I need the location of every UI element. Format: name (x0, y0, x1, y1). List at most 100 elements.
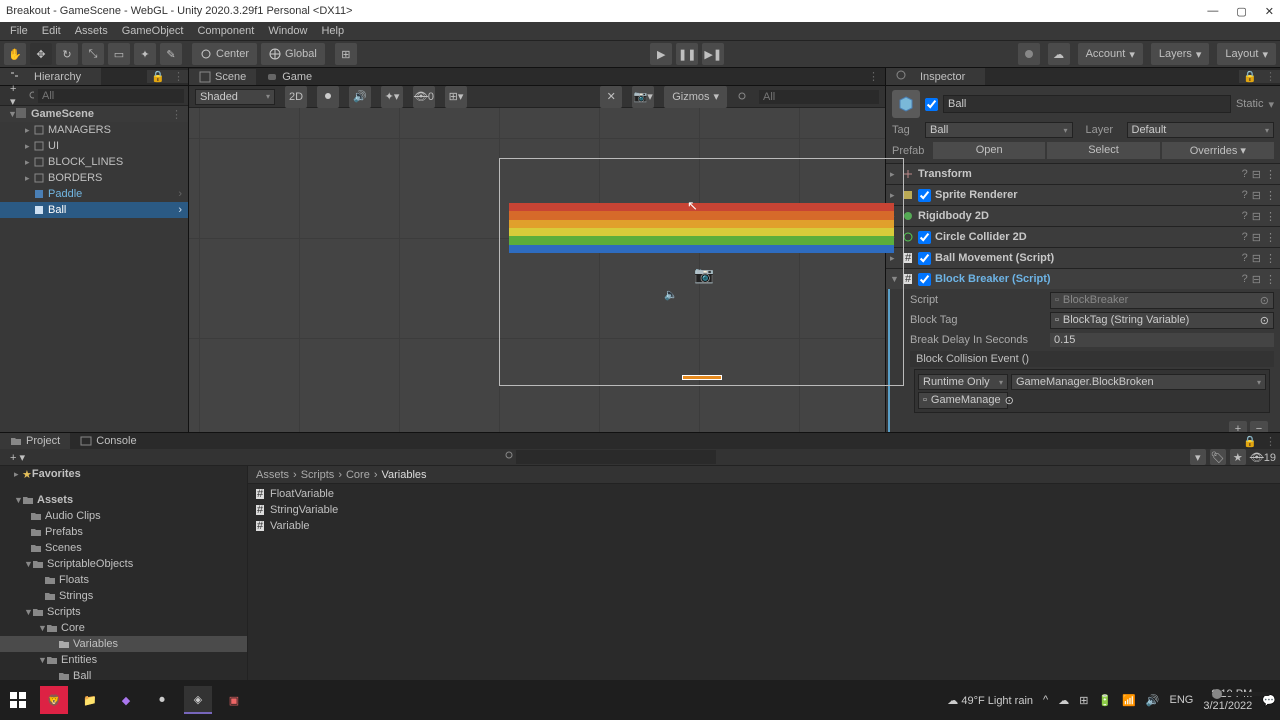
hand-tool[interactable]: ✋ (4, 43, 26, 65)
tag-dropdown[interactable]: Ball (925, 122, 1073, 138)
comp-menu[interactable]: ⋮ (1265, 168, 1276, 181)
hierarchy-search[interactable] (38, 89, 184, 103)
taskbar-app[interactable]: 📁 (76, 686, 104, 714)
scene-row[interactable]: ▼GameScene ⋮ (0, 106, 188, 122)
comp-ball-movement[interactable]: ▸#Ball Movement (Script)?⊟⋮ (886, 248, 1280, 268)
event-handler[interactable]: GameManager.BlockBroken (1011, 374, 1266, 390)
rotate-tool[interactable]: ↻ (56, 43, 78, 65)
comp-enabled[interactable] (918, 189, 931, 202)
lighting-toggle[interactable] (317, 86, 339, 108)
menu-gameobject[interactable]: GameObject (116, 23, 190, 39)
layer-dropdown[interactable]: Default (1127, 122, 1275, 138)
assets-row[interactable]: ▼ Assets (0, 492, 247, 508)
transform-tool[interactable]: ✦ (134, 43, 156, 65)
menu-help[interactable]: Help (315, 23, 350, 39)
folder-row[interactable]: ▼Entities (0, 652, 247, 668)
add-event[interactable]: + (1229, 421, 1247, 432)
weather-widget[interactable]: ☁ 49°F Light rain (947, 694, 1033, 707)
menu-file[interactable]: File (4, 23, 34, 39)
project-create[interactable]: + ▾ (4, 451, 31, 464)
tab-inspector[interactable]: Inspector (886, 68, 985, 85)
comp-rigidbody2d[interactable]: ▸Rigidbody 2D?⊟⋮ (886, 206, 1280, 226)
preset-icon[interactable]: ⊟ (1252, 168, 1261, 181)
taskbar-app-active[interactable]: ◈ (184, 686, 212, 714)
tab-project[interactable]: Project (0, 433, 70, 449)
folder-row[interactable]: Floats (0, 572, 247, 588)
file-row[interactable]: #StringVariable (254, 502, 1274, 518)
menu-window[interactable]: Window (262, 23, 313, 39)
filter-fav[interactable]: ★ (1230, 449, 1246, 465)
event-target[interactable]: ▫ GameManage ⊙ (918, 392, 1008, 409)
lock-icon[interactable]: 🔒 (1239, 435, 1261, 448)
layers-dropdown[interactable]: Layers ▾ (1151, 43, 1210, 65)
prefab-open[interactable]: Open (933, 142, 1045, 159)
prefab-select[interactable]: Select (1047, 142, 1159, 159)
fx-toggle[interactable]: ✦▾ (381, 86, 403, 108)
delay-field[interactable] (1050, 333, 1274, 347)
tray-icon[interactable]: ^ (1043, 694, 1048, 706)
scene-search[interactable] (759, 90, 879, 104)
help-icon[interactable]: ? (1242, 168, 1248, 181)
favorites-row[interactable]: ▸★ Favorites (0, 466, 247, 482)
comp-sprite-renderer[interactable]: ▸Sprite Renderer?⊟⋮ (886, 185, 1280, 205)
shading-mode[interactable]: Shaded (195, 89, 275, 105)
menu-assets[interactable]: Assets (69, 23, 114, 39)
project-search[interactable] (516, 450, 716, 464)
tools-icon[interactable]: ✕ (600, 86, 622, 108)
lock-icon[interactable]: 🔒 (147, 70, 169, 83)
start-button[interactable] (4, 686, 32, 714)
create-button[interactable]: + ▾ (4, 83, 24, 108)
hierarchy-item[interactable]: ▸BLOCK_LINES (0, 154, 188, 170)
tab-scene[interactable]: Scene (189, 69, 256, 85)
thumbnail-slider[interactable] (1210, 692, 1270, 696)
hierarchy-item[interactable]: ▸BORDERS (0, 170, 188, 186)
rect-tool[interactable]: ▭ (108, 43, 130, 65)
hierarchy-menu[interactable]: ⋮ (169, 70, 188, 83)
menu-edit[interactable]: Edit (36, 23, 67, 39)
custom-tool[interactable]: ✎ (160, 43, 182, 65)
scale-tool[interactable]: ⤡ (82, 43, 104, 65)
pivot-toggle[interactable]: Center (192, 43, 257, 65)
folder-row[interactable]: Strings (0, 588, 247, 604)
comp-enabled[interactable] (918, 273, 931, 286)
folder-row[interactable]: ▼Scripts (0, 604, 247, 620)
script-field[interactable]: ▫ BlockBreaker⊙ (1050, 292, 1274, 309)
folder-row[interactable]: Prefabs (0, 524, 247, 540)
comp-enabled[interactable] (918, 231, 931, 244)
tab-console[interactable]: Console (70, 433, 146, 449)
comp-enabled[interactable] (918, 252, 931, 265)
inspector-menu[interactable]: ⋮ (1261, 70, 1280, 83)
comp-block-breaker[interactable]: ▼#Block Breaker (Script)?⊟⋮ (886, 269, 1280, 289)
onedrive-icon[interactable]: ☁ (1058, 694, 1069, 707)
volume-icon[interactable]: 🔊 (1146, 694, 1160, 707)
maximize-button[interactable]: ▢ (1236, 5, 1246, 18)
folder-row[interactable]: ▼Core (0, 620, 247, 636)
collab-button[interactable] (1018, 43, 1040, 65)
file-row[interactable]: #Variable (254, 518, 1274, 534)
folder-row[interactable]: Audio Clips (0, 508, 247, 524)
comp-transform[interactable]: ▸Transform?⊟⋮ (886, 164, 1280, 184)
taskbar-app[interactable]: 🦁 (40, 686, 68, 714)
pause-button[interactable]: ❚❚ (676, 43, 698, 65)
wifi-icon[interactable]: 📶 (1122, 694, 1136, 707)
event-runtime[interactable]: Runtime Only (918, 374, 1008, 390)
audio-toggle[interactable]: 🔊 (349, 86, 371, 108)
layout-dropdown[interactable]: Layout ▾ (1217, 43, 1276, 65)
account-dropdown[interactable]: Account ▾ (1078, 43, 1143, 65)
grid-toggle[interactable]: ⊞▾ (445, 86, 467, 108)
hierarchy-item[interactable]: ▸UI (0, 138, 188, 154)
camera-toggle[interactable]: 📷▾ (632, 86, 654, 108)
active-checkbox[interactable] (925, 98, 938, 111)
static-label[interactable]: Static (1236, 98, 1264, 110)
folder-row[interactable]: Scenes (0, 540, 247, 556)
play-button[interactable]: ▶ (650, 43, 672, 65)
coord-toggle[interactable]: Global (261, 43, 325, 65)
snap-toggle[interactable]: ⊞ (335, 43, 357, 65)
tab-game[interactable]: Game (256, 69, 322, 85)
remove-event[interactable]: − (1250, 421, 1268, 432)
taskbar-app[interactable]: ⏺ (148, 686, 176, 714)
language-indicator[interactable]: ENG (1170, 694, 1194, 706)
project-menu[interactable]: ⋮ (1261, 435, 1280, 448)
close-button[interactable]: ✕ (1265, 5, 1274, 18)
comp-circle-collider[interactable]: ▸Circle Collider 2D?⊟⋮ (886, 227, 1280, 247)
